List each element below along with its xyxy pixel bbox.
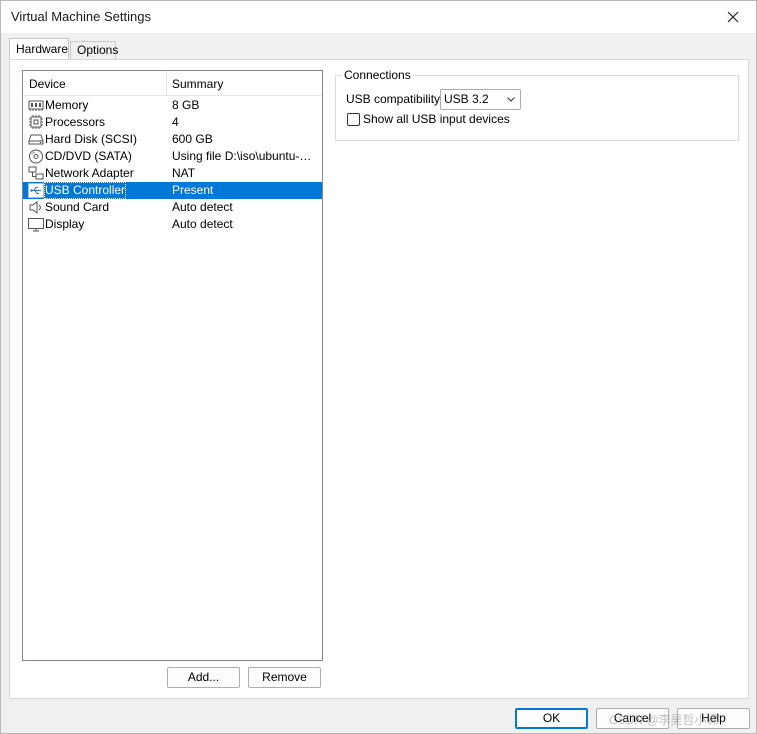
column-divider[interactable]	[166, 71, 167, 96]
title-bar: Virtual Machine Settings	[1, 1, 756, 33]
device-summary: 4	[172, 115, 179, 129]
device-name: CD/DVD (SATA)	[45, 149, 132, 163]
ok-button[interactable]: OK	[515, 708, 588, 729]
show-all-usb-checkbox[interactable]	[347, 113, 360, 126]
show-all-usb-label[interactable]: Show all USB input devices	[363, 112, 510, 126]
cancel-button[interactable]: Cancel	[596, 708, 669, 729]
processor-icon	[28, 115, 44, 130]
device-row-hard-disk[interactable]: Hard Disk (SCSI) 600 GB	[23, 131, 322, 148]
device-row-display[interactable]: Display Auto detect	[23, 216, 322, 233]
device-summary: Using file D:\iso\ubuntu-26...	[172, 149, 318, 163]
usb-compatibility-value: USB 3.2	[444, 92, 489, 106]
device-summary: 600 GB	[172, 132, 213, 146]
sound-card-icon	[28, 200, 44, 215]
column-header-device[interactable]: Device	[29, 77, 66, 91]
memory-icon	[28, 98, 44, 113]
device-summary: Auto detect	[172, 200, 233, 214]
close-button[interactable]	[710, 1, 756, 33]
device-row-sound-card[interactable]: Sound Card Auto detect	[23, 199, 322, 216]
chevron-down-icon	[506, 94, 516, 104]
window-title: Virtual Machine Settings	[11, 9, 151, 24]
display-icon	[28, 217, 44, 232]
close-icon	[727, 11, 739, 23]
device-name: Memory	[45, 98, 89, 112]
usb-compatibility-label: USB compatibility:	[346, 92, 444, 106]
device-name: Processors	[45, 115, 106, 129]
device-row-memory[interactable]: Memory 8 GB	[23, 97, 322, 114]
device-summary: NAT	[172, 166, 196, 180]
tab-options[interactable]: Options	[70, 41, 118, 59]
device-row-usb-controller[interactable]: USB Controller Present	[23, 182, 322, 199]
vm-settings-window: Virtual Machine Settings Hardware Option…	[0, 0, 757, 734]
device-name: USB Controller	[44, 182, 127, 199]
device-name: Sound Card	[45, 200, 110, 214]
device-name: Display	[45, 217, 85, 231]
device-name: Network Adapter	[45, 166, 134, 180]
usb-icon	[28, 183, 44, 198]
device-rows: Memory 8 GB Processors 4 Hard Disk (SCSI…	[23, 97, 322, 233]
hardware-panel: Device Summary Memory 8 GB Processors 4 …	[9, 59, 749, 699]
connections-group: Connections USB compatibility: USB 3.2 S…	[335, 68, 739, 141]
remove-button[interactable]: Remove	[248, 667, 321, 688]
device-list[interactable]: Device Summary Memory 8 GB Processors 4 …	[22, 70, 323, 661]
help-button[interactable]: Help	[677, 708, 750, 729]
connections-legend: Connections	[342, 68, 413, 82]
device-row-cd-dvd[interactable]: CD/DVD (SATA) Using file D:\iso\ubuntu-2…	[23, 148, 322, 165]
column-header-summary[interactable]: Summary	[172, 77, 223, 91]
device-summary: 8 GB	[172, 98, 200, 112]
network-adapter-icon	[28, 166, 44, 181]
device-name: Hard Disk (SCSI)	[45, 132, 138, 146]
hard-disk-icon	[28, 132, 44, 147]
tab-hardware[interactable]: Hardware	[9, 38, 69, 59]
cd-dvd-icon	[28, 149, 44, 164]
device-row-processors[interactable]: Processors 4	[23, 114, 322, 131]
device-row-network-adapter[interactable]: Network Adapter NAT	[23, 165, 322, 182]
device-summary: Present	[172, 183, 214, 197]
usb-compatibility-select[interactable]: USB 3.2	[440, 89, 521, 110]
device-list-header: Device Summary	[23, 71, 322, 96]
device-summary: Auto detect	[172, 217, 233, 231]
add-button[interactable]: Add...	[167, 667, 240, 688]
